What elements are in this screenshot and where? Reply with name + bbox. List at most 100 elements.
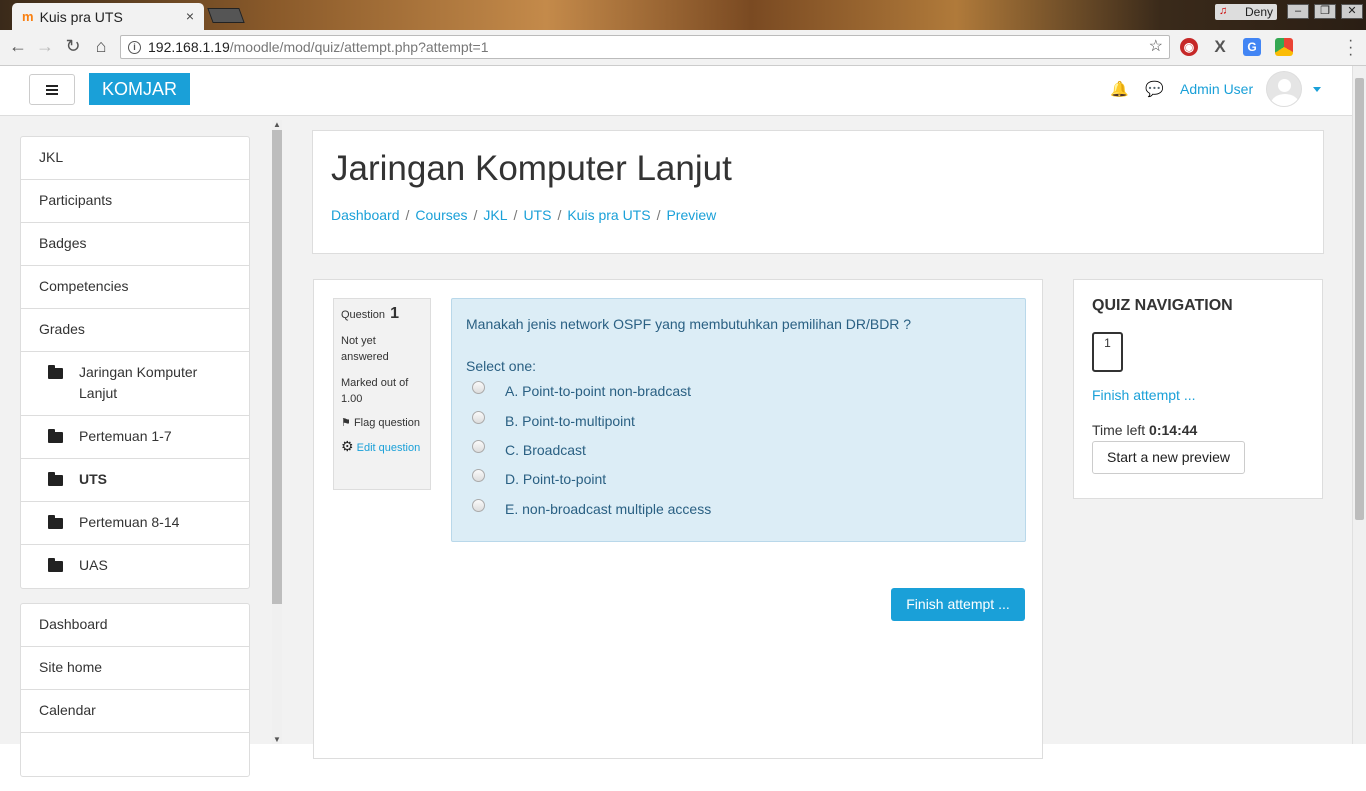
page-scrollbar[interactable] <box>1352 66 1366 744</box>
quiz-navigation-heading: QUIZ NAVIGATION <box>1092 297 1233 314</box>
page-title: Jaringan Komputer Lanjut <box>331 149 732 188</box>
profile-icon: ♫ <box>1219 5 1228 17</box>
user-menu-caret-icon[interactable] <box>1313 87 1321 92</box>
question-text: Manakah jenis network OSPF yang membutuh… <box>466 316 912 332</box>
folder-icon <box>48 429 63 443</box>
adblock-extension-icon[interactable]: ◉ <box>1180 38 1198 56</box>
section-label: Pertemuan 8-14 <box>79 514 180 530</box>
nav-item-more[interactable] <box>21 733 249 776</box>
url-host: 192.168.1.19 <box>148 39 230 55</box>
answer-label[interactable]: A. Point-to-point non-bradcast <box>505 383 691 399</box>
drawer-toggle-button[interactable] <box>29 74 75 105</box>
question-state: Not yet answered <box>341 335 389 363</box>
radio-button[interactable] <box>472 381 485 394</box>
breadcrumb-separator: / <box>656 207 661 223</box>
bookmark-star-icon[interactable]: ☆ <box>1149 36 1163 58</box>
user-menu-name[interactable]: Admin User <box>1180 81 1253 97</box>
drawer-scrollbar-thumb[interactable] <box>272 130 282 604</box>
nav-section-general[interactable]: Jaringan Komputer Lanjut <box>21 352 249 416</box>
browser-menu-icon[interactable]: · · · <box>1348 33 1354 63</box>
translate-extension-icon[interactable]: G <box>1243 38 1261 56</box>
nav-item-calendar[interactable]: Calendar <box>21 690 249 733</box>
answer-label[interactable]: D. Point-to-point <box>505 471 606 487</box>
breadcrumb-course[interactable]: JKL <box>483 207 507 223</box>
finish-attempt-button[interactable]: Finish attempt ... <box>891 588 1025 621</box>
url-path: /moodle/mod/quiz/attempt.php?attempt=1 <box>229 39 489 55</box>
course-nav-block: JKL Participants Badges Competencies Gra… <box>20 136 250 589</box>
radio-button[interactable] <box>472 499 485 512</box>
page-scrollbar-thumb[interactable] <box>1355 78 1364 520</box>
edit-question-link[interactable]: ⚙ Edit question <box>341 438 423 457</box>
time-left-label: Time left <box>1092 422 1146 438</box>
breadcrumb-courses[interactable]: Courses <box>415 207 467 223</box>
nav-item-badges[interactable]: Badges <box>21 223 249 266</box>
address-bar[interactable]: i 192.168.1.19/moodle/mod/quiz/attempt.p… <box>120 35 1170 59</box>
scroll-down-icon[interactable]: ▼ <box>273 735 281 744</box>
site-brand-link[interactable]: KOMJAR <box>89 73 190 105</box>
back-icon[interactable]: ← <box>6 36 30 57</box>
forward-icon[interactable]: → <box>33 36 57 57</box>
home-icon[interactable]: ⌂ <box>89 36 113 57</box>
nav-section-pertemuan-8-14[interactable]: Pertemuan 8-14 <box>21 502 249 545</box>
question-number-value: 1 <box>390 305 399 322</box>
notifications-bell-icon[interactable]: 🔔 <box>1110 80 1129 98</box>
nav-section-pertemuan-1-7[interactable]: Pertemuan 1-7 <box>21 416 249 459</box>
radio-button[interactable] <box>472 411 485 424</box>
answer-label[interactable]: B. Point-to-multipoint <box>505 413 635 429</box>
x-extension-icon[interactable]: X <box>1211 38 1229 56</box>
question-number: Question 1 <box>341 305 423 323</box>
avatar[interactable] <box>1266 71 1302 107</box>
nav-item-dashboard[interactable]: Dashboard <box>21 604 249 647</box>
profile-name: Deny <box>1244 5 1273 19</box>
finish-attempt-link[interactable]: Finish attempt ... <box>1092 387 1195 403</box>
browser-toolbar: ← → ↻ ⌂ i 192.168.1.19/moodle/mod/quiz/a… <box>0 30 1366 66</box>
site-info-icon[interactable]: i <box>128 41 141 54</box>
breadcrumb-separator: / <box>557 207 562 223</box>
browser-tab[interactable]: m Kuis pra UTS × <box>12 3 204 30</box>
answer-label[interactable]: C. Broadcast <box>505 442 586 458</box>
scroll-up-icon[interactable]: ▲ <box>273 120 281 129</box>
nav-drawer: JKL Participants Badges Competencies Gra… <box>20 136 250 791</box>
flag-label: Flag question <box>353 417 420 429</box>
folder-icon <box>48 365 63 379</box>
nav-item-site-home[interactable]: Site home <box>21 647 249 690</box>
breadcrumb: Dashboard / Courses / JKL / UTS / Kuis pra UTS / P… <box>331 207 716 223</box>
drawer-scrollbar[interactable]: ▲ ▼ <box>272 120 282 744</box>
nav-section-uts[interactable]: UTS <box>21 459 249 502</box>
tab-close-icon[interactable]: × <box>186 8 194 24</box>
close-window-button[interactable]: ✕ <box>1341 4 1363 19</box>
nav-section-uas[interactable]: UAS <box>21 545 249 588</box>
section-label: Jaringan Komputer Lanjut <box>79 364 198 401</box>
gear-icon: ⚙ <box>341 438 354 454</box>
nav-item-competencies[interactable]: Competencies <box>21 266 249 309</box>
radio-button[interactable] <box>472 469 485 482</box>
site-nav-block: Dashboard Site home Calendar <box>20 603 250 777</box>
messages-icon[interactable]: 💬 <box>1145 80 1164 98</box>
folder-icon <box>48 472 63 486</box>
folder-icon <box>48 515 63 529</box>
quiz-nav-question-button[interactable]: 1 <box>1092 332 1123 372</box>
download-extension-icon[interactable] <box>1275 38 1293 56</box>
hamburger-icon <box>46 84 58 95</box>
nav-item-course[interactable]: JKL <box>21 137 249 180</box>
breadcrumb-quiz[interactable]: Kuis pra UTS <box>567 207 650 223</box>
nav-item-participants[interactable]: Participants <box>21 180 249 223</box>
site-navbar: KOMJAR 🔔 💬 Admin User <box>0 66 1352 116</box>
minimize-button[interactable]: – <box>1287 4 1309 19</box>
breadcrumb-separator: / <box>473 207 478 223</box>
profile-button[interactable]: ♫ Deny <box>1215 4 1277 20</box>
start-new-preview-button[interactable]: Start a new preview <box>1092 441 1245 474</box>
breadcrumb-preview[interactable]: Preview <box>666 207 716 223</box>
radio-button[interactable] <box>472 440 485 453</box>
new-tab-button[interactable] <box>207 8 245 23</box>
section-label: Pertemuan 1-7 <box>79 428 172 444</box>
flag-question-link[interactable]: ⚑ Flag question <box>341 415 423 431</box>
answer-label[interactable]: E. non-broadcast multiple access <box>505 501 711 517</box>
breadcrumb-section[interactable]: UTS <box>523 207 551 223</box>
question-info-panel: Question 1 Not yet answered Marked out o… <box>333 298 431 490</box>
breadcrumb-separator: / <box>513 207 518 223</box>
nav-item-grades[interactable]: Grades <box>21 309 249 352</box>
reload-icon[interactable]: ↻ <box>61 36 85 57</box>
breadcrumb-dashboard[interactable]: Dashboard <box>331 207 400 223</box>
maximize-button[interactable]: ❐ <box>1314 4 1336 19</box>
